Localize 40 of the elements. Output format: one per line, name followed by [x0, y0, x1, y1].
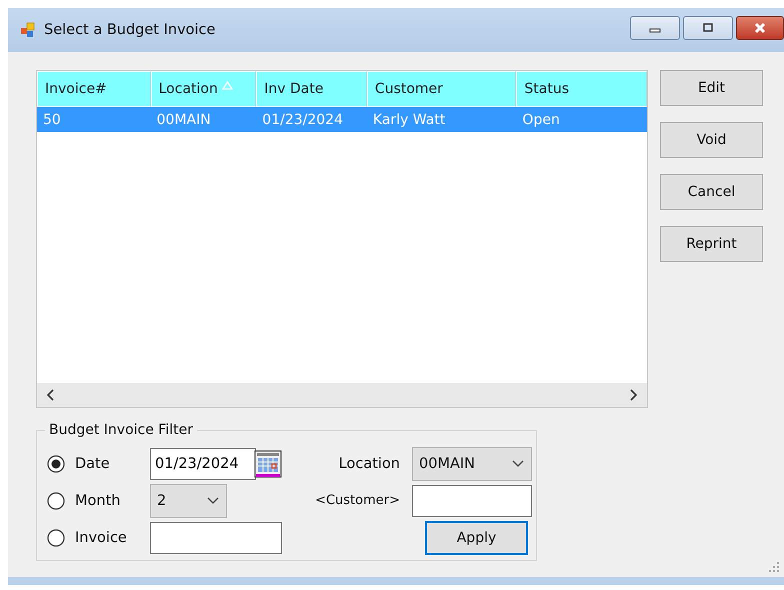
radio-option[interactable]: Date — [47, 454, 150, 472]
action-button[interactable]: Reprint — [660, 226, 763, 262]
date-field[interactable]: 01/23/2024 — [150, 448, 256, 480]
column-header[interactable]: Status — [516, 71, 647, 107]
close-button[interactable] — [736, 16, 784, 40]
action-button[interactable]: Cancel — [660, 174, 763, 210]
radio-icon[interactable] — [47, 528, 65, 546]
action-button[interactable]: Void — [660, 122, 763, 158]
calendar-icon[interactable] — [254, 450, 282, 478]
table-cell-text: 00MAIN — [156, 112, 212, 128]
column-header[interactable]: Location — [150, 71, 256, 107]
column-header[interactable]: Customer — [366, 71, 516, 107]
group-title: Budget Invoice Filter — [45, 422, 197, 438]
table-cell-text: 01/23/2024 — [261, 112, 344, 128]
app-icon — [20, 22, 36, 38]
column-header[interactable]: Inv Date — [256, 71, 367, 107]
customer-label: <Customer> — [315, 493, 401, 508]
chevron-down-icon — [511, 460, 525, 468]
radio-icon[interactable] — [47, 492, 65, 510]
column-header[interactable]: Invoice# — [37, 71, 151, 107]
radio-icon[interactable] — [47, 454, 65, 472]
customer-field[interactable] — [412, 484, 532, 516]
table-cell-text: Karly Watt — [372, 112, 446, 128]
window-title: Select a Budget Invoice — [44, 22, 216, 38]
action-button[interactable]: Edit — [660, 70, 763, 106]
close-icon — [753, 22, 767, 34]
table-cell-text: 50 — [42, 112, 62, 128]
minimize-button[interactable] — [630, 16, 680, 40]
radio-option[interactable]: Invoice — [47, 528, 150, 546]
resize-grip-icon[interactable] — [768, 561, 780, 573]
month-dropdown[interactable]: 2 — [150, 484, 227, 518]
apply-button[interactable]: Apply — [425, 520, 528, 554]
maximize-icon — [701, 23, 715, 33]
table-cell-text: Open — [521, 112, 561, 128]
radio-option[interactable]: Month — [47, 492, 150, 510]
location-dropdown[interactable]: 00MAIN — [412, 446, 532, 480]
invoice-field[interactable] — [150, 522, 282, 554]
chevron-down-icon — [206, 496, 220, 504]
maximize-button[interactable] — [683, 16, 733, 40]
location-label: Location — [338, 456, 401, 472]
